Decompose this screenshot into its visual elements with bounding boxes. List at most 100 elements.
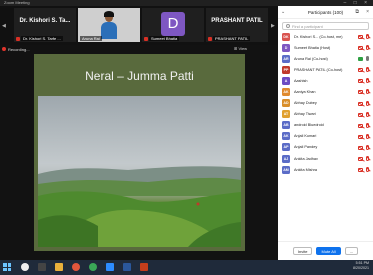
participant-name: android Bluedroid bbox=[294, 123, 324, 128]
avatar: PP bbox=[282, 65, 290, 74]
popout-icon[interactable]: ⧉ bbox=[355, 9, 359, 15]
avatar: AP bbox=[282, 143, 290, 152]
chevron-right-icon[interactable]: ▶ bbox=[271, 23, 276, 29]
search-placeholder: Find a participant bbox=[292, 23, 323, 29]
video-strip: ◀ Dr. Kishori S. Ta... Dr. Kishori S. Ta… bbox=[0, 6, 278, 45]
participant-row[interactable]: PP PRASHANT PATIL (Co-host) bbox=[278, 64, 373, 75]
participant-big-name: PRASHANT PATIL bbox=[211, 18, 263, 24]
muted-mic-icon[interactable] bbox=[366, 167, 369, 173]
participant-row[interactable]: AT Abhay Tiwari bbox=[278, 109, 373, 120]
camera-off-icon[interactable] bbox=[358, 112, 363, 117]
camera-off-icon[interactable] bbox=[358, 90, 363, 95]
avatar: AM bbox=[282, 165, 290, 174]
participant-name: Ankita Jadhav bbox=[294, 156, 318, 161]
muted-mic-icon[interactable] bbox=[366, 133, 369, 139]
participant-status bbox=[358, 122, 369, 128]
recording-indicator[interactable]: Recording... bbox=[2, 45, 30, 53]
camera-off-icon[interactable] bbox=[358, 68, 363, 73]
participant-name: PRASHANT PATIL bbox=[213, 36, 251, 41]
participant-row[interactable]: AR Aruna Rai (Co-host) bbox=[278, 53, 373, 64]
camera-off-icon[interactable] bbox=[358, 168, 363, 173]
participant-row[interactable]: DK Dr. Kishori S... (Co-host, me) bbox=[278, 31, 373, 42]
participant-row[interactable]: AJ Ankita Jadhav bbox=[278, 153, 373, 164]
camera-off-icon[interactable] bbox=[358, 157, 363, 162]
participant-video bbox=[101, 11, 117, 39]
avatar: AB bbox=[282, 121, 290, 130]
mute-all-button[interactable]: Mute All bbox=[316, 247, 341, 255]
presentation-slide: Neral – Jumma Patti bbox=[34, 54, 245, 251]
windows-start-icon[interactable] bbox=[3, 263, 11, 271]
participant-row[interactable]: AM Ankita Mishra bbox=[278, 164, 373, 175]
participant-row[interactable]: AK Anjali Kumari bbox=[278, 131, 373, 142]
participant-name: Abhay Tiwari bbox=[294, 112, 316, 117]
participant-name: PRASHANT PATIL (Co-host) bbox=[294, 67, 343, 72]
participant-row[interactable]: A Aashish bbox=[278, 75, 373, 86]
participant-status bbox=[358, 156, 369, 162]
file-explorer-icon[interactable] bbox=[55, 263, 63, 271]
muted-mic-icon[interactable] bbox=[366, 78, 369, 84]
participant-big-name: Dr. Kishori S. Ta... bbox=[19, 18, 71, 24]
chevron-left-icon[interactable]: ◀ bbox=[2, 23, 7, 29]
recording-label: Recording... bbox=[8, 46, 30, 52]
firefox-icon[interactable] bbox=[72, 263, 80, 271]
avatar: AK bbox=[282, 132, 290, 141]
participant-status bbox=[358, 89, 369, 95]
participant-name: Sumeet Bhatia bbox=[149, 36, 180, 41]
window-title: Zoom Meeting bbox=[4, 0, 30, 5]
muted-mic-icon[interactable] bbox=[366, 89, 369, 95]
participant-status bbox=[358, 67, 369, 73]
muted-mic-icon[interactable] bbox=[366, 144, 369, 150]
video-tile-prashant[interactable]: PRASHANT PATIL PRASHANT PATIL bbox=[206, 8, 268, 42]
muted-mic-icon bbox=[208, 37, 212, 41]
participant-status bbox=[358, 111, 369, 117]
muted-mic-icon[interactable] bbox=[366, 156, 369, 162]
microphone-icon[interactable] bbox=[366, 56, 369, 62]
participant-row[interactable]: AB android Bluedroid bbox=[278, 120, 373, 131]
close-icon[interactable]: × bbox=[366, 9, 369, 15]
participant-row[interactable]: AD Abhay Dubey bbox=[278, 98, 373, 109]
system-clock[interactable]: 5:51 PM 8/20/2021 bbox=[353, 261, 369, 271]
camera-off-icon[interactable] bbox=[358, 123, 363, 128]
participant-row[interactable]: AP Anjali Pandey bbox=[278, 142, 373, 153]
muted-mic-icon[interactable] bbox=[366, 34, 369, 39]
video-tile-sumeet[interactable]: D Sumeet Bhatia bbox=[142, 8, 204, 42]
muted-mic-icon[interactable] bbox=[366, 111, 369, 117]
muted-mic-icon bbox=[144, 37, 148, 41]
camera-icon[interactable] bbox=[358, 57, 363, 62]
participant-status bbox=[358, 45, 369, 51]
search-icon[interactable] bbox=[21, 263, 29, 271]
record-dot-icon bbox=[2, 47, 6, 51]
task-view-icon[interactable] bbox=[38, 263, 46, 271]
more-options-button[interactable]: ... bbox=[344, 247, 359, 255]
powerpoint-icon[interactable] bbox=[140, 263, 148, 271]
video-tile-aruna[interactable]: Aruna Rai bbox=[78, 8, 140, 42]
zoom-window: Zoom Meeting – □ × ◀ Dr. Kishori S. Ta..… bbox=[0, 0, 373, 275]
chrome-icon[interactable] bbox=[89, 263, 97, 271]
participant-row[interactable]: AK Aaniya Khan bbox=[278, 86, 373, 97]
chevron-down-icon[interactable]: ⌄ bbox=[281, 9, 285, 15]
camera-off-icon[interactable] bbox=[358, 46, 363, 51]
camera-off-icon[interactable] bbox=[358, 35, 363, 39]
muted-mic-icon[interactable] bbox=[366, 122, 369, 128]
participant-name: Aruna Rai bbox=[80, 36, 102, 41]
zoom-icon[interactable] bbox=[106, 263, 114, 271]
camera-off-icon[interactable] bbox=[358, 101, 363, 106]
camera-off-icon[interactable] bbox=[358, 79, 363, 84]
participant-status bbox=[358, 133, 369, 139]
participant-name: Abhay Dubey bbox=[294, 101, 317, 106]
word-icon[interactable] bbox=[123, 263, 131, 271]
camera-off-icon[interactable] bbox=[358, 134, 363, 139]
muted-mic-icon bbox=[16, 37, 20, 41]
view-button[interactable]: ⊞ View bbox=[234, 45, 247, 53]
muted-mic-icon[interactable] bbox=[366, 67, 369, 73]
muted-mic-icon[interactable] bbox=[366, 45, 369, 51]
avatar: D bbox=[282, 43, 290, 52]
invite-button[interactable]: Invite bbox=[292, 247, 313, 255]
camera-off-icon[interactable] bbox=[358, 145, 363, 150]
muted-mic-icon[interactable] bbox=[366, 100, 369, 106]
participant-search-input[interactable]: Find a participant bbox=[282, 22, 369, 30]
video-tile-kishori[interactable]: Dr. Kishori S. Ta... Dr. Kishori S. Tarf… bbox=[14, 8, 76, 42]
search-icon bbox=[286, 24, 290, 28]
clock-date: 8/20/2021 bbox=[353, 266, 369, 270]
participant-row[interactable]: D Sumeet Bhatia (Host) bbox=[278, 42, 373, 53]
